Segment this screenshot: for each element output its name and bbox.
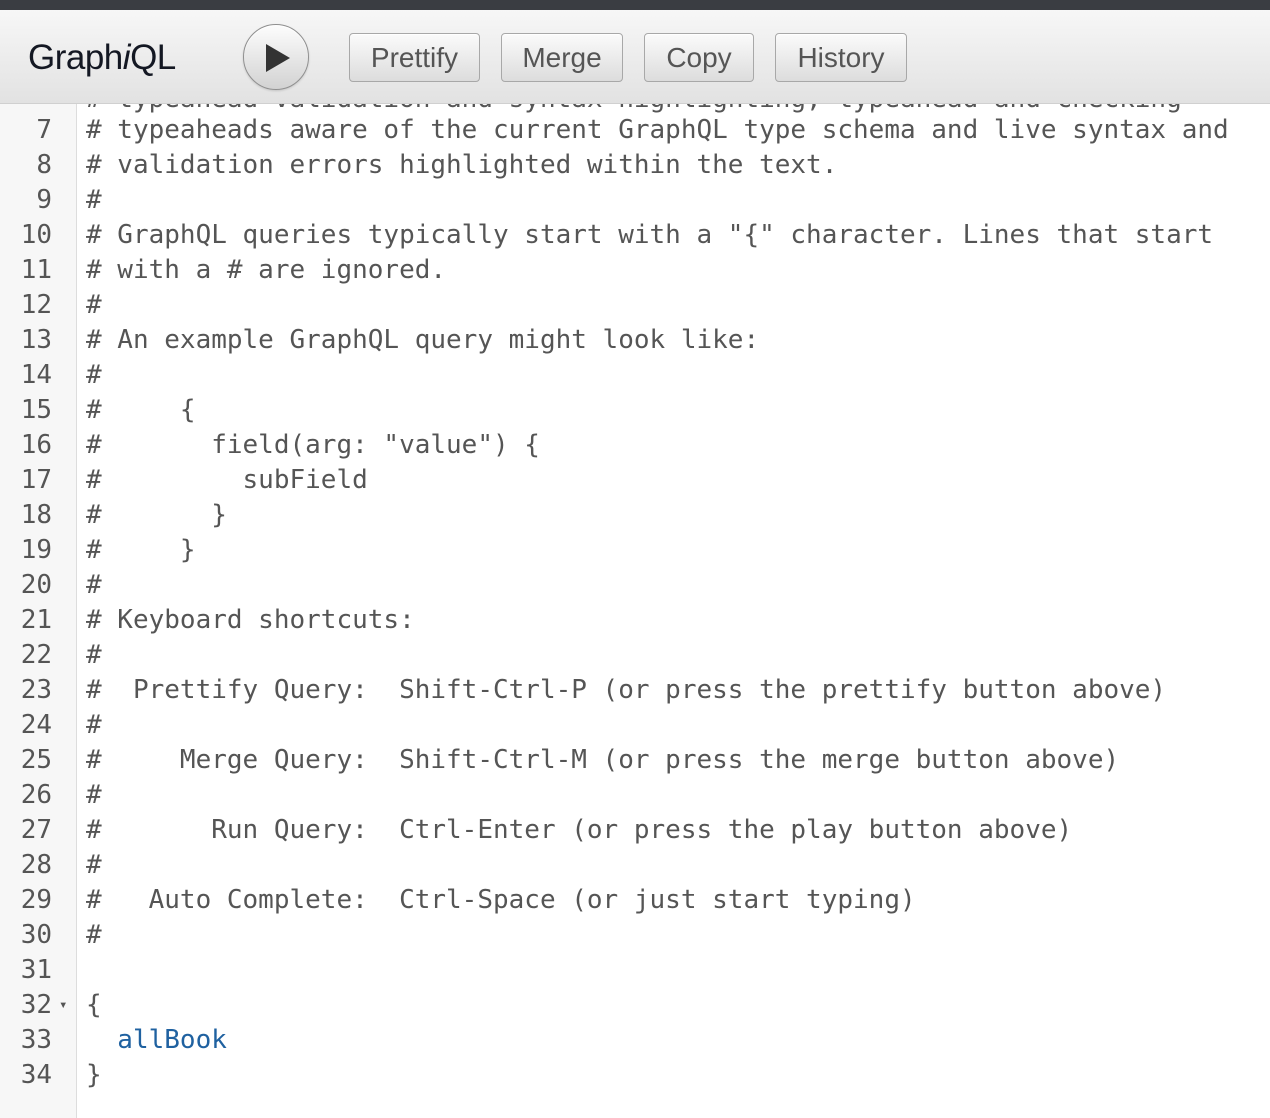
line-text: # <box>86 920 102 950</box>
line-number: 20 <box>20 570 52 600</box>
code-line[interactable]: 28 # <box>0 848 1270 883</box>
line-text: # <box>86 780 102 810</box>
line-number: 33 <box>20 1025 52 1055</box>
line-number: 7 <box>36 115 52 145</box>
code-line[interactable]: 31 <box>0 953 1270 988</box>
line-text: } <box>86 1060 102 1090</box>
code-line[interactable]: 33 allBook <box>0 1023 1270 1058</box>
line-text: # typeaheads aware of the current GraphQ… <box>86 115 1229 145</box>
line-text: # <box>86 360 102 390</box>
line-number: 22 <box>20 640 52 670</box>
merge-button[interactable]: Merge <box>501 33 623 82</box>
code-line[interactable]: 25 # Merge Query: Shift-Ctrl-M (or press … <box>0 743 1270 778</box>
line-text: # { <box>86 395 196 425</box>
line-number: 29 <box>20 885 52 915</box>
line-text: # } <box>86 535 196 565</box>
line-number: 18 <box>20 500 52 530</box>
line-text: { <box>86 990 102 1020</box>
code-line[interactable]: 30 # <box>0 918 1270 953</box>
fold-toggle-icon[interactable]: ▾ <box>59 988 67 1023</box>
code-line[interactable]: 8 # validation errors highlighted within … <box>0 148 1270 183</box>
line-number: 27 <box>20 815 52 845</box>
line-text: # <box>86 290 102 320</box>
history-button[interactable]: History <box>775 33 907 82</box>
line-number: 32 <box>20 990 52 1020</box>
line-number: 24 <box>20 710 52 740</box>
line-number: 8 <box>36 150 52 180</box>
line-text: # Keyboard shortcuts: <box>86 605 415 635</box>
line-number: 19 <box>20 535 52 565</box>
line-number: 23 <box>20 675 52 705</box>
line-text: # } <box>86 500 227 530</box>
code-line[interactable]: 9 # <box>0 183 1270 218</box>
line-text: # Merge Query: Shift-Ctrl-M (or press th… <box>86 745 1120 775</box>
code-line[interactable]: 19 # } <box>0 533 1270 568</box>
line-number: 21 <box>20 605 52 635</box>
code-area[interactable]: # typeahead validation and syntax highli… <box>0 104 1270 1118</box>
code-line[interactable]: 17 # subField <box>0 463 1270 498</box>
play-icon <box>266 44 290 72</box>
line-text: # An example GraphQL query might look li… <box>86 325 760 355</box>
execute-query-button[interactable] <box>243 24 309 90</box>
copy-button[interactable]: Copy <box>644 33 754 82</box>
code-line[interactable]: 7 # typeaheads aware of the current Graph… <box>0 113 1270 148</box>
line-number: 34 <box>20 1060 52 1090</box>
line-text: # <box>86 850 102 880</box>
code-line[interactable]: 24 # <box>0 708 1270 743</box>
code-line[interactable]: 10 # GraphQL queries typically start with… <box>0 218 1270 253</box>
line-text: # Auto Complete: Ctrl-Space (or just sta… <box>86 885 916 915</box>
line-text: # <box>86 570 102 600</box>
code-line[interactable]: 13 # An example GraphQL query might look … <box>0 323 1270 358</box>
code-line[interactable]: 12 # <box>0 288 1270 323</box>
line-text: # with a # are ignored. <box>86 255 447 285</box>
line-number: 13 <box>20 325 52 355</box>
app-title-prefix: Graph <box>28 38 123 77</box>
code-line[interactable]: 18 # } <box>0 498 1270 533</box>
line-number: 14 <box>20 360 52 390</box>
code-line[interactable]: 21 # Keyboard shortcuts: <box>0 603 1270 638</box>
line-text: # <box>86 710 102 740</box>
app-title: GraphiQL <box>28 38 176 78</box>
line-number: 26 <box>20 780 52 810</box>
line-number: 31 <box>20 955 52 985</box>
code-line[interactable]: 29 # Auto Complete: Ctrl-Space (or just s… <box>0 883 1270 918</box>
line-text: # <box>86 640 102 670</box>
line-number: 17 <box>20 465 52 495</box>
code-line[interactable]: 14 # <box>0 358 1270 393</box>
code-line[interactable]: 15 # { <box>0 393 1270 428</box>
code-line[interactable]: 34} <box>0 1058 1270 1093</box>
line-text: # <box>86 185 102 215</box>
line-number: 16 <box>20 430 52 460</box>
code-line[interactable]: 23 # Prettify Query: Shift-Ctrl-P (or pre… <box>0 673 1270 708</box>
query-editor[interactable]: # typeahead validation and syntax highli… <box>0 104 1270 1118</box>
code-line[interactable]: 20 # <box>0 568 1270 603</box>
line-number: 9 <box>36 185 52 215</box>
line-number: 12 <box>20 290 52 320</box>
line-number: 25 <box>20 745 52 775</box>
line-number: 28 <box>20 850 52 880</box>
code-line[interactable]: 11 # with a # are ignored. <box>0 253 1270 288</box>
app-title-italic: i <box>122 38 131 77</box>
code-line[interactable]: 26 # <box>0 778 1270 813</box>
line-number: 11 <box>20 255 52 285</box>
query-field-token: allBook <box>86 1025 227 1055</box>
code-line[interactable]: 32 ▾ { <box>0 988 1270 1023</box>
line-number: 30 <box>20 920 52 950</box>
line-number: 10 <box>20 220 52 250</box>
app-title-suffix: QL <box>130 38 176 77</box>
line-text: # validation errors highlighted within t… <box>86 150 838 180</box>
code-line[interactable]: 22 # <box>0 638 1270 673</box>
window-top-strip <box>0 0 1270 10</box>
line-text: # GraphQL queries typically start with a… <box>86 220 1214 250</box>
line-text: # Prettify Query: Shift-Ctrl-P (or press… <box>86 675 1167 705</box>
code-line[interactable]: 16 # field(arg: "value") { <box>0 428 1270 463</box>
prettify-button[interactable]: Prettify <box>349 33 480 82</box>
code-line[interactable]: 27 # Run Query: Ctrl-Enter (or press the … <box>0 813 1270 848</box>
line-text: # subField <box>86 465 368 495</box>
line-text: # Run Query: Ctrl-Enter (or press the pl… <box>86 815 1073 845</box>
line-text: # field(arg: "value") { <box>86 430 540 460</box>
toolbar: GraphiQL Prettify Merge Copy History <box>0 10 1270 104</box>
line-number: 15 <box>20 395 52 425</box>
